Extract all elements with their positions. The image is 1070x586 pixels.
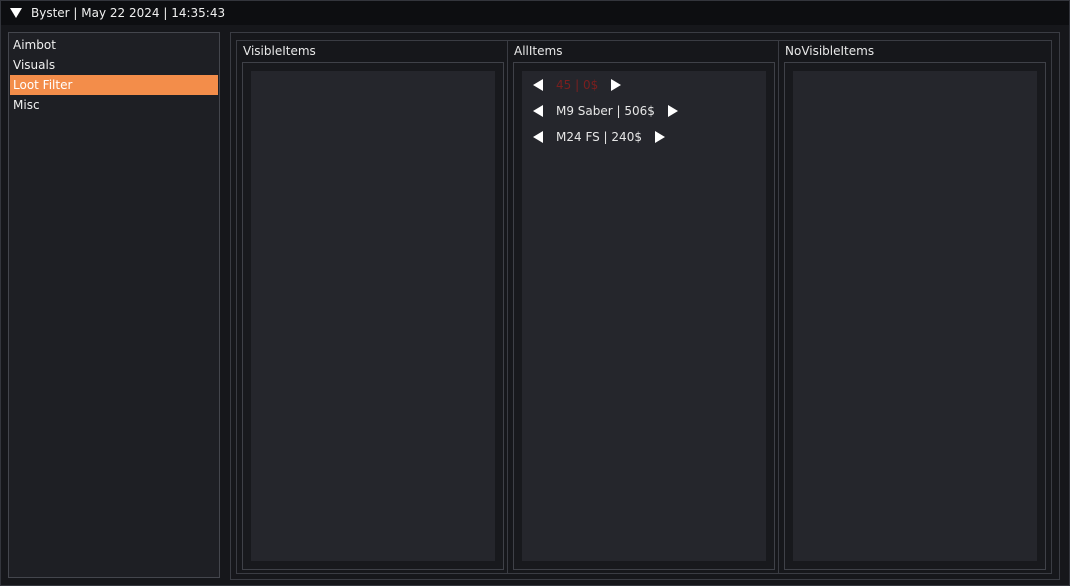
list-item: M9 Saber | 506$ bbox=[522, 101, 766, 121]
visible-items-list[interactable] bbox=[251, 71, 495, 561]
no-visible-items-frame bbox=[784, 62, 1046, 570]
arrow-left-icon[interactable] bbox=[531, 130, 545, 144]
arrow-right-icon[interactable] bbox=[653, 130, 667, 144]
no-visible-items-header: NoVisibleItems bbox=[785, 44, 875, 58]
list-item: M24 FS | 240$ bbox=[522, 127, 766, 147]
list-item: 45 | 0$ bbox=[522, 75, 766, 95]
item-label: 45 | 0$ bbox=[556, 78, 599, 92]
all-items-header: AllItems bbox=[514, 44, 563, 58]
no-visible-items-list[interactable] bbox=[793, 71, 1037, 561]
visible-items-header: VisibleItems bbox=[243, 44, 316, 58]
sidebar-item-visuals[interactable]: Visuals bbox=[10, 55, 218, 75]
arrow-left-icon[interactable] bbox=[531, 78, 545, 92]
visible-items-frame bbox=[242, 62, 504, 570]
all-items-column: AllItems 45 | 0$ M9 Saber | 506$ M24 FS … bbox=[507, 40, 778, 574]
sidebar-item-aimbot[interactable]: Aimbot bbox=[10, 35, 218, 55]
all-items-list[interactable]: 45 | 0$ M9 Saber | 506$ M24 FS | 240$ bbox=[522, 71, 766, 561]
arrow-right-icon[interactable] bbox=[609, 78, 623, 92]
title-bar[interactable]: Byster | May 22 2024 | 14:35:43 bbox=[1, 1, 1069, 25]
all-items-frame: 45 | 0$ M9 Saber | 506$ M24 FS | 240$ bbox=[513, 62, 775, 570]
arrow-right-icon[interactable] bbox=[666, 104, 680, 118]
visible-items-column: VisibleItems bbox=[236, 40, 507, 574]
item-label: M9 Saber | 506$ bbox=[556, 104, 655, 118]
arrow-left-icon[interactable] bbox=[531, 104, 545, 118]
window-title: Byster | May 22 2024 | 14:35:43 bbox=[31, 6, 226, 20]
sidebar: Aimbot Visuals Loot Filter Misc bbox=[8, 32, 220, 578]
collapse-triangle-icon[interactable] bbox=[9, 6, 23, 20]
no-visible-items-column: NoVisibleItems bbox=[778, 40, 1052, 574]
sidebar-item-loot-filter[interactable]: Loot Filter bbox=[10, 75, 218, 95]
sidebar-item-misc[interactable]: Misc bbox=[10, 95, 218, 115]
item-label: M24 FS | 240$ bbox=[556, 130, 642, 144]
